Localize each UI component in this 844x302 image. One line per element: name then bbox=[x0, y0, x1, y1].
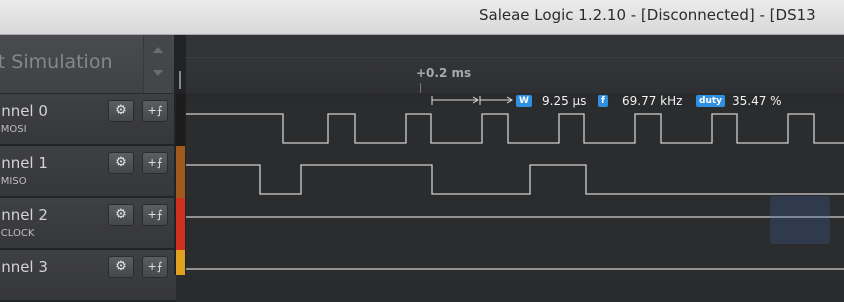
gear-icon: ⚙ bbox=[115, 207, 127, 222]
channel-trigger-button[interactable]: +⨍ bbox=[142, 100, 168, 122]
channel-trigger-button[interactable]: +⨍ bbox=[142, 204, 168, 226]
gear-icon: ⚙ bbox=[115, 103, 127, 118]
rising-edge-trigger-icon: +⨍ bbox=[147, 156, 163, 169]
window-title: Saleae Logic 1.2.10 - [Disconnected] - [… bbox=[479, 6, 816, 24]
channel-row-3[interactable]: annel 3 ⚙ +⨍ bbox=[0, 250, 176, 302]
width-tag: W bbox=[516, 95, 532, 107]
channel-settings-button[interactable]: ⚙ bbox=[108, 204, 134, 226]
width-value: 9.25 μs bbox=[542, 94, 587, 108]
channel-color-strip-0 bbox=[176, 94, 185, 146]
duty-tag: duty bbox=[696, 95, 726, 107]
channel-settings-button[interactable]: ⚙ bbox=[108, 152, 134, 174]
simulation-label: rt Simulation bbox=[0, 51, 113, 73]
channel-subtitle: - MISO bbox=[0, 176, 27, 187]
simulation-header: rt Simulation bbox=[0, 35, 176, 94]
channel-trigger-button[interactable]: +⨍ bbox=[142, 152, 168, 174]
frequency-tag: f bbox=[598, 95, 608, 107]
channel-settings-button[interactable]: ⚙ bbox=[108, 100, 134, 122]
channel-color-strip-3 bbox=[176, 250, 185, 275]
channel-row-2[interactable]: annel 2 - CLOCK ⚙ +⨍ bbox=[0, 198, 176, 250]
scroll-down-icon[interactable] bbox=[153, 70, 163, 76]
watermark-logo bbox=[770, 196, 830, 244]
rising-edge-trigger-icon: +⨍ bbox=[147, 208, 163, 221]
channel-panel: rt Simulation annel 0 - MOSI ⚙ +⨍ annel … bbox=[0, 35, 176, 302]
rising-edge-trigger-icon: +⨍ bbox=[147, 104, 163, 117]
channel-name: annel 0 bbox=[0, 102, 48, 120]
channel-row-1[interactable]: annel 1 - MISO ⚙ +⨍ bbox=[0, 146, 176, 198]
channel-name: annel 3 bbox=[0, 258, 48, 276]
channel-subtitle: - MOSI bbox=[0, 124, 27, 135]
gear-icon: ⚙ bbox=[115, 259, 127, 274]
timeline-overview[interactable] bbox=[186, 35, 844, 58]
channel-name: annel 2 bbox=[0, 206, 48, 224]
frequency-value: 69.77 kHz bbox=[622, 94, 683, 108]
channel-subtitle: - CLOCK bbox=[0, 228, 35, 239]
time-marker-tick bbox=[420, 83, 421, 93]
channel-color-strip-2 bbox=[176, 198, 185, 250]
duty-value: 35.47 % bbox=[732, 94, 782, 108]
timeline-ruler[interactable]: +0.2 ms bbox=[186, 35, 844, 93]
pulse-width-arrow-icon bbox=[431, 96, 513, 105]
scroll-up-icon[interactable] bbox=[153, 47, 163, 53]
gear-icon: ⚙ bbox=[115, 155, 127, 170]
window-titlebar: Saleae Logic 1.2.10 - [Disconnected] - [… bbox=[0, 0, 844, 35]
channel-color-strip-1 bbox=[176, 146, 185, 198]
measurement-bar: W 9.25 μs f 69.77 kHz duty 35.47 % bbox=[186, 93, 844, 109]
rising-edge-trigger-icon: +⨍ bbox=[147, 260, 163, 273]
channel-row-0[interactable]: annel 0 - MOSI ⚙ +⨍ bbox=[0, 94, 176, 146]
channel-name: annel 1 bbox=[0, 154, 48, 172]
waveform-trace-1 bbox=[186, 164, 844, 195]
splitter-grip-icon[interactable] bbox=[179, 71, 181, 89]
time-marker-label: +0.2 ms bbox=[416, 66, 472, 80]
waveform-trace-0 bbox=[186, 113, 844, 144]
waveform-traces[interactable] bbox=[186, 108, 844, 275]
panel-scroll-control[interactable] bbox=[143, 35, 172, 93]
